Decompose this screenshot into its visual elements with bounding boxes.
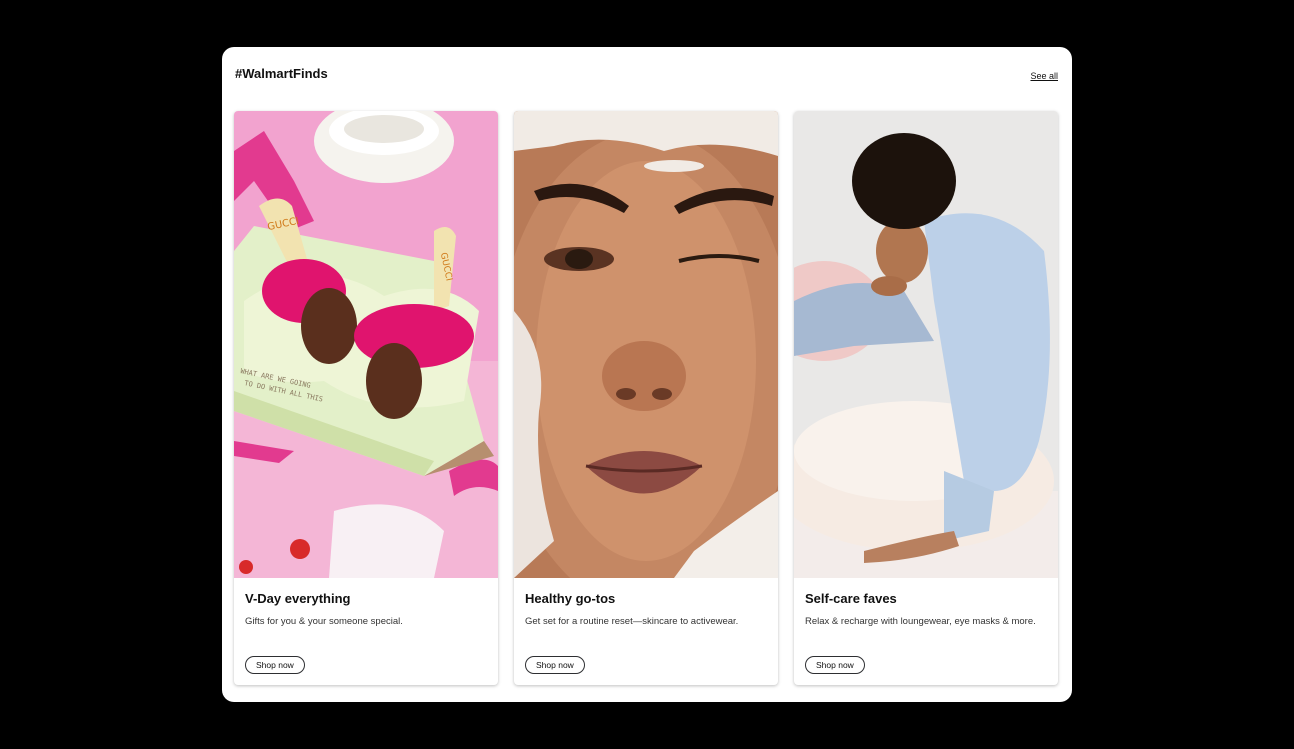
shop-now-button[interactable]: Shop now xyxy=(525,656,585,674)
card-selfcare-body: Self-care faves Relax & recharge with lo… xyxy=(794,578,1058,685)
card-vday-body: V-Day everything Gifts for you & your so… xyxy=(234,578,498,685)
shop-now-button[interactable]: Shop now xyxy=(245,656,305,674)
card-vday[interactable]: GUCCI GUCCI WHAT ARE WE GOING TO DO WITH… xyxy=(234,111,498,685)
card-description: Relax & recharge with loungewear, eye ma… xyxy=(805,616,1036,627)
walmart-finds-panel: #WalmartFinds See all GUCCI GUCCI WHAT A… xyxy=(222,47,1072,702)
card-description: Get set for a routine reset—skincare to … xyxy=(525,616,739,627)
card-title: Healthy go-tos xyxy=(525,591,616,606)
healthy-illustration xyxy=(514,111,778,578)
card-healthy[interactable]: Healthy go-tos Get set for a routine res… xyxy=(514,111,778,685)
shop-now-button[interactable]: Shop now xyxy=(805,656,865,674)
card-title: Self-care faves xyxy=(805,591,897,606)
card-healthy-body: Healthy go-tos Get set for a routine res… xyxy=(514,578,778,685)
card-list: GUCCI GUCCI WHAT ARE WE GOING TO DO WITH… xyxy=(234,111,1058,685)
card-title: V-Day everything xyxy=(245,591,351,606)
healthy-image[interactable] xyxy=(514,111,778,578)
section-title: #WalmartFinds xyxy=(235,66,328,81)
card-description: Gifts for you & your someone special. xyxy=(245,616,403,627)
selfcare-illustration xyxy=(794,111,1058,578)
see-all-link[interactable]: See all xyxy=(1030,71,1058,81)
vday-illustration: GUCCI GUCCI WHAT ARE WE GOING TO DO WITH… xyxy=(234,111,498,578)
selfcare-image[interactable] xyxy=(794,111,1058,578)
vday-image[interactable]: GUCCI GUCCI WHAT ARE WE GOING TO DO WITH… xyxy=(234,111,498,578)
card-selfcare[interactable]: Self-care faves Relax & recharge with lo… xyxy=(794,111,1058,685)
